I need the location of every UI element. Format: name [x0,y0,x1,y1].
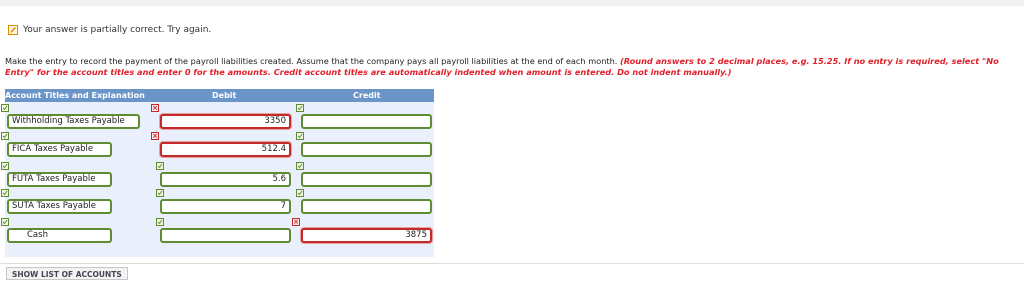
correct-check-icon [1,162,9,170]
account-title-select[interactable]: FUTA Taxes Payable [7,172,112,187]
credit-input[interactable] [301,142,432,157]
correct-check-icon [296,132,304,140]
instructions: Make the entry to record the payment of … [5,56,1020,77]
correct-check-icon [1,104,9,112]
incorrect-x-icon: × [292,218,300,226]
correct-check-icon [1,132,9,140]
correct-check-icon [156,189,164,197]
account-title-select[interactable]: Cash [7,228,112,243]
debit-input[interactable]: 3350 [160,114,291,129]
incorrect-x-icon: × [151,104,159,112]
correct-check-icon [296,104,304,112]
correct-check-icon [156,162,164,170]
pencil-check-icon [8,25,18,35]
correct-check-icon [296,189,304,197]
account-title-select[interactable]: SUTA Taxes Payable [7,199,112,214]
correct-check-icon [1,218,9,226]
account-title-select[interactable]: FICA Taxes Payable [7,142,112,157]
correct-check-icon [1,189,9,197]
debit-input[interactable]: 5.6 [160,172,291,187]
credit-input[interactable] [301,114,432,129]
account-title-select[interactable]: Withholding Taxes Payable [7,114,140,129]
divider [0,263,1024,264]
table-body: Withholding Taxes Payable × 3350 FICA Ta… [1,102,434,257]
credit-input[interactable] [301,199,432,214]
credit-input[interactable]: 3875 [301,228,432,243]
show-list-of-accounts-button[interactable]: SHOW LIST OF ACCOUNTS [6,267,128,280]
header-account: Account Titles and Explanation [5,91,145,100]
status-text: Your answer is partially correct. Try ag… [23,25,212,35]
debit-input[interactable] [160,228,291,243]
header-debit: Debit [212,91,237,100]
incorrect-x-icon: × [151,132,159,140]
correct-check-icon [296,162,304,170]
instructions-main: Make the entry to record the payment of … [5,56,618,66]
journal-entry-table: Account Titles and Explanation Debit Cre… [1,89,434,257]
top-bar [0,0,1024,6]
credit-input[interactable] [301,172,432,187]
debit-input[interactable]: 7 [160,199,291,214]
correct-check-icon [156,218,164,226]
table-header: Account Titles and Explanation Debit Cre… [5,89,434,102]
debit-input[interactable]: 512.4 [160,142,291,157]
header-credit: Credit [353,91,381,100]
answer-status: Your answer is partially correct. Try ag… [8,25,211,35]
